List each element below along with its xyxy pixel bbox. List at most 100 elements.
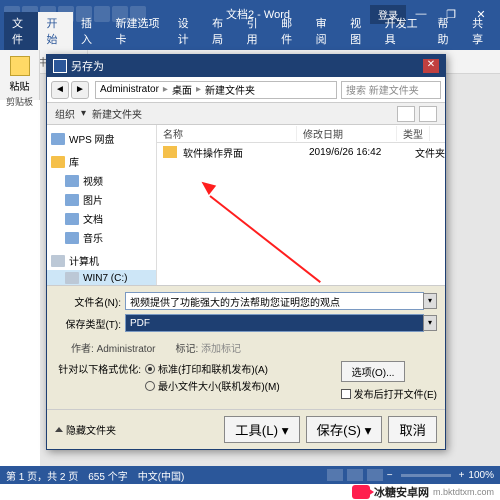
- options-button[interactable]: 选项(O)...: [341, 361, 406, 382]
- tab-developer[interactable]: 开发工具: [377, 12, 430, 50]
- file-row[interactable]: 软件操作界面 2019/6/26 16:42 文件夹: [157, 143, 445, 161]
- paste-icon[interactable]: [10, 56, 30, 76]
- filetype-dropdown[interactable]: ▾: [423, 315, 437, 331]
- dialog-footer: 隐藏文件夹 工具(L) ▾ 保存(S) ▾ 取消: [47, 409, 445, 449]
- computer-icon: [51, 255, 65, 267]
- tab-home[interactable]: 开始: [38, 12, 72, 50]
- breadcrumb-seg[interactable]: 新建文件夹: [205, 82, 255, 97]
- file-type: 文件夹: [415, 145, 445, 160]
- paste-label: 粘贴: [0, 78, 39, 93]
- zoom-slider[interactable]: [401, 474, 451, 477]
- file-list: 名称 修改日期 类型 软件操作界面 2019/6/26 16:42 文件夹: [157, 125, 445, 285]
- save-button[interactable]: 保存(S) ▾: [306, 416, 383, 443]
- dialog-body: WPS 网盘 库 视频 图片 文档 音乐 计算机 WIN7 (C:) 软件 (D…: [47, 125, 445, 285]
- tab-review[interactable]: 审阅: [308, 12, 342, 50]
- tab-design[interactable]: 设计: [170, 12, 204, 50]
- col-type[interactable]: 类型: [397, 126, 430, 141]
- tab-custom[interactable]: 新建选项卡: [107, 12, 169, 50]
- word-count[interactable]: 655 个字: [88, 468, 127, 483]
- save-as-dialog: 另存为 ✕ ◄ ► Administrator▸ 桌面▸ 新建文件夹 搜索 新建…: [46, 54, 446, 450]
- nav-forward-button[interactable]: ►: [71, 81, 89, 99]
- radio-icon: [145, 381, 155, 391]
- breadcrumb-seg[interactable]: 桌面: [172, 82, 192, 97]
- radio-icon: [145, 364, 155, 374]
- file-list-header: 名称 修改日期 类型: [157, 125, 445, 143]
- folder-icon: [163, 146, 177, 158]
- new-folder-button[interactable]: 新建文件夹: [92, 106, 142, 121]
- tab-file[interactable]: 文件: [4, 12, 38, 50]
- dialog-form: 文件名(N): 视频提供了功能强大的方法帮助您证明您的观点 ▾ 保存类型(T):…: [47, 285, 445, 409]
- picture-icon: [65, 194, 79, 206]
- clipboard-label: 剪贴板: [0, 95, 39, 108]
- view-web-icon[interactable]: [367, 469, 383, 481]
- dialog-close-button[interactable]: ✕: [423, 59, 439, 73]
- watermark-url: m.bktdtxm.com: [433, 487, 494, 497]
- page-indicator[interactable]: 第 1 页，共 2 页: [6, 468, 78, 483]
- dialog-toolbar: 组织 ▾ 新建文件夹: [47, 103, 445, 125]
- col-date[interactable]: 修改日期: [297, 126, 397, 141]
- zoom-out-button[interactable]: −: [387, 470, 393, 481]
- watermark-logo-icon: [352, 485, 370, 499]
- dialog-title: 另存为: [71, 58, 104, 74]
- status-bar: 第 1 页，共 2 页 655 个字 中文(中国) − + 100%: [0, 466, 500, 484]
- tab-layout[interactable]: 布局: [204, 12, 238, 50]
- col-name[interactable]: 名称: [157, 126, 297, 141]
- optimize-standard-radio[interactable]: 标准(打印和联机发布)(A): [145, 361, 280, 376]
- open-after-checkbox[interactable]: 发布后打开文件(E): [341, 386, 437, 401]
- view-read-icon[interactable]: [327, 469, 343, 481]
- clipboard-group: 粘贴 剪贴板: [0, 50, 40, 100]
- view-mode-button[interactable]: [397, 106, 415, 122]
- zoom-level[interactable]: 100%: [468, 470, 494, 481]
- music-icon: [65, 232, 79, 244]
- tab-view[interactable]: 视图: [342, 12, 376, 50]
- tab-help[interactable]: 帮助: [430, 12, 464, 50]
- sidebar-computer[interactable]: 计算机: [47, 251, 156, 270]
- tools-menu[interactable]: 工具(L) ▾: [224, 416, 299, 443]
- language-indicator[interactable]: 中文(中国): [138, 468, 185, 483]
- sidebar-videos[interactable]: 视频: [47, 171, 156, 190]
- filename-label: 文件名(N):: [55, 294, 125, 309]
- tab-insert[interactable]: 插入: [73, 12, 107, 50]
- tags-value[interactable]: 添加标记: [201, 344, 241, 355]
- zoom-in-button[interactable]: +: [459, 470, 465, 481]
- dialog-nav-bar: ◄ ► Administrator▸ 桌面▸ 新建文件夹 搜索 新建文件夹: [47, 77, 445, 103]
- nav-sidebar: WPS 网盘 库 视频 图片 文档 音乐 计算机 WIN7 (C:) 软件 (D…: [47, 125, 157, 285]
- library-icon: [51, 156, 65, 168]
- checkbox-icon: [341, 389, 351, 399]
- sidebar-wps[interactable]: WPS 网盘: [47, 129, 156, 148]
- organize-menu[interactable]: 组织: [55, 106, 75, 121]
- sidebar-pictures[interactable]: 图片: [47, 190, 156, 209]
- breadcrumb-seg[interactable]: Administrator: [100, 84, 159, 95]
- tab-references[interactable]: 引用: [239, 12, 273, 50]
- filename-input[interactable]: 视频提供了功能强大的方法帮助您证明您的观点: [125, 292, 424, 310]
- word-icon: [53, 59, 67, 73]
- tags-label: 标记:: [175, 344, 198, 355]
- filename-dropdown[interactable]: ▾: [423, 293, 437, 309]
- watermark: 冰糖安卓网 m.bktdtxm.com: [352, 484, 494, 500]
- sidebar-drive-c[interactable]: WIN7 (C:): [47, 270, 156, 285]
- view-print-icon[interactable]: [347, 469, 363, 481]
- file-date: 2019/6/26 16:42: [309, 147, 409, 158]
- sidebar-music[interactable]: 音乐: [47, 228, 156, 247]
- filetype-select[interactable]: PDF: [125, 314, 424, 332]
- document-icon: [65, 213, 79, 225]
- breadcrumb[interactable]: Administrator▸ 桌面▸ 新建文件夹: [95, 81, 337, 99]
- tab-mailings[interactable]: 邮件: [273, 12, 307, 50]
- disk-icon: [65, 272, 79, 284]
- sidebar-libraries[interactable]: 库: [47, 152, 156, 171]
- file-name: 软件操作界面: [183, 145, 303, 160]
- cancel-button[interactable]: 取消: [388, 416, 437, 443]
- help-button[interactable]: [419, 106, 437, 122]
- search-input[interactable]: 搜索 新建文件夹: [341, 81, 441, 99]
- watermark-name: 冰糖安卓网: [374, 484, 429, 500]
- sidebar-documents[interactable]: 文档: [47, 209, 156, 228]
- ribbon-tabs: 文件 开始 插入 新建选项卡 设计 布局 引用 邮件 审阅 视图 开发工具 帮助…: [0, 28, 500, 50]
- share-button[interactable]: 共享: [464, 12, 496, 50]
- hide-folders-toggle[interactable]: 隐藏文件夹: [55, 422, 116, 437]
- chevron-up-icon: [55, 427, 63, 432]
- optimize-minimum-radio[interactable]: 最小文件大小(联机发布)(M): [145, 378, 280, 393]
- author-value[interactable]: Administrator: [97, 344, 156, 355]
- nav-back-button[interactable]: ◄: [51, 81, 69, 99]
- filetype-label: 保存类型(T):: [55, 316, 125, 331]
- video-icon: [65, 175, 79, 187]
